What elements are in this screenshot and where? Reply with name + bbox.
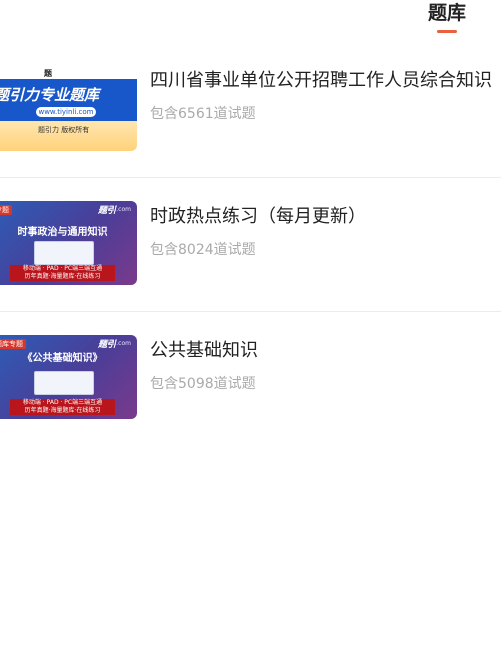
thumbnail-title: 题引力专业题库 [0,86,100,104]
thumbnail-tag: 专题 [0,205,12,215]
device-screen-icon [34,241,94,265]
logo-icon: 题 [44,69,52,78]
list-item[interactable]: 题库专题 题引 tiyinli.com 《公共基础知识》 移动端 · PAD ·… [0,311,501,445]
list-item[interactable]: 专题 题引 tiyinli.com 时事政治与通用知识 移动端 · PAD · … [0,177,501,311]
item-question-count: 包含6561道试题 [150,106,256,122]
tab-bar: 题库 [0,0,501,44]
device-screen-icon [34,371,94,395]
question-bank-thumbnail: 题库专题 题引 tiyinli.com 《公共基础知识》 移动端 · PAD ·… [0,335,137,419]
thumbnail-banner: 移动端 · PAD · PC端三端互通 历年真题·海量题库·在线练习 [10,399,115,415]
thumbnail-site: tiyinli.com [99,340,131,347]
tab-question-bank[interactable]: 题库 [423,0,471,28]
tab-active-indicator [437,30,457,33]
question-bank-list: 题 题引力专业题库 www.tiyinli.com 题引力 版权所有 四川省事业… [0,44,501,445]
item-question-count: 包含8024道试题 [150,242,256,258]
item-question-count: 包含5098道试题 [150,376,256,392]
item-title[interactable]: 公共基础知识 [150,339,501,363]
thumbnail-site: tiyinli.com [99,206,131,213]
thumbnail-footer: 题引力 版权所有 [38,126,90,134]
question-bank-thumbnail: 题 题引力专业题库 www.tiyinli.com 题引力 版权所有 [0,67,137,151]
item-title[interactable]: 时政热点练习（每月更新） [150,205,501,229]
item-title[interactable]: 四川省事业单位公开招聘工作人员综合知识 [150,69,501,93]
thumbnail-title: 《公共基础知识》 [22,353,103,364]
thumbnail-banner: 移动端 · PAD · PC端三端互通 历年真题·海量题库·在线练习 [10,265,115,281]
thumbnail-url: www.tiyinli.com [36,107,96,117]
list-item[interactable]: 题 题引力专业题库 www.tiyinli.com 题引力 版权所有 四川省事业… [0,44,501,177]
question-bank-thumbnail: 专题 题引 tiyinli.com 时事政治与通用知识 移动端 · PAD · … [0,201,137,285]
thumbnail-tag: 题库专题 [0,339,26,349]
thumbnail-title: 时事政治与通用知识 [17,227,108,238]
